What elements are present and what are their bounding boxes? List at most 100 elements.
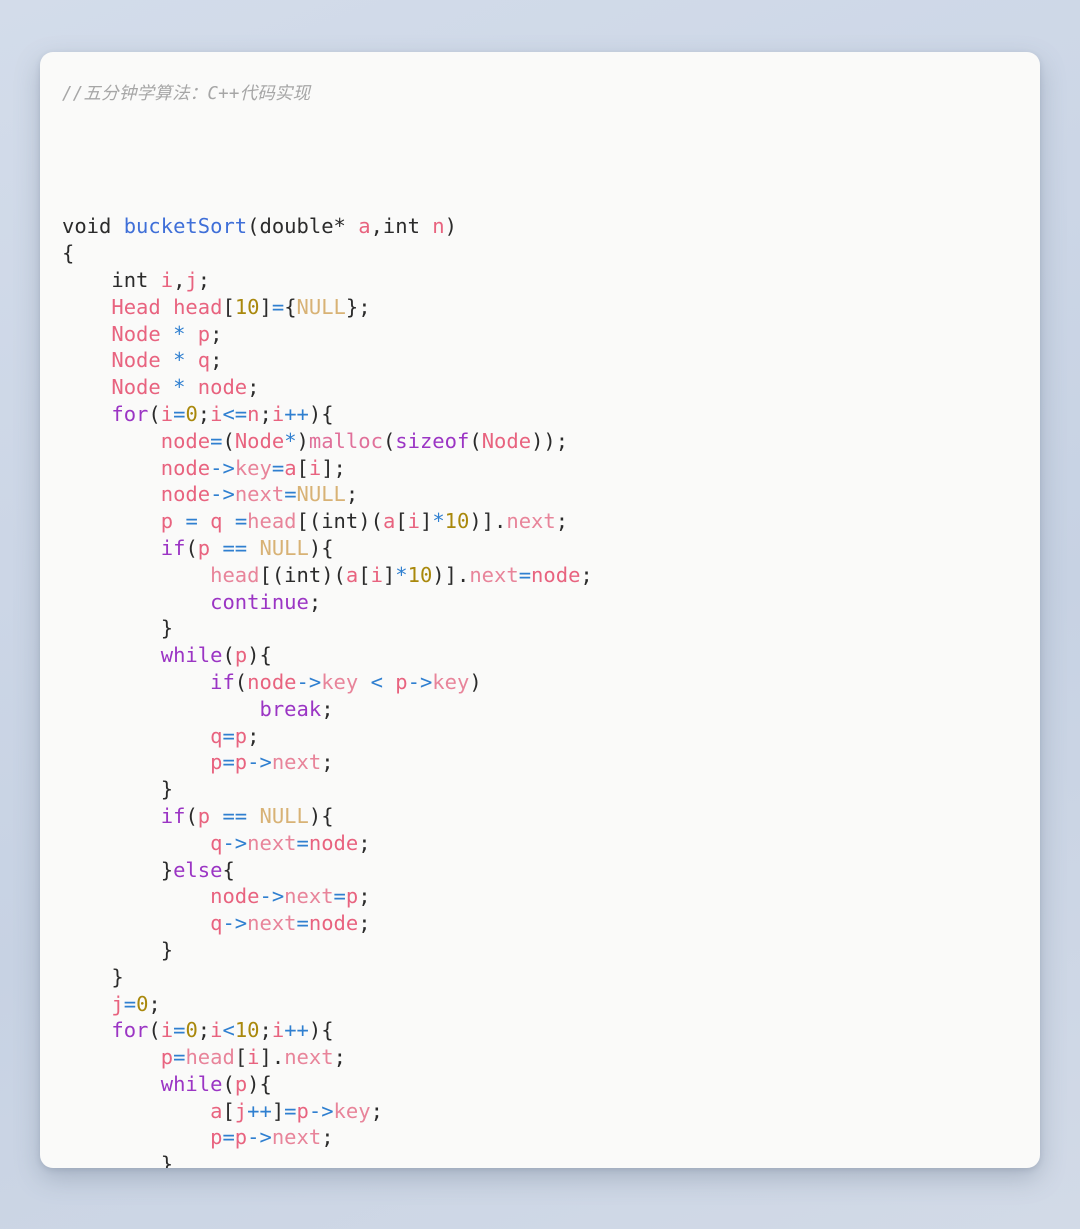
code-token: ; — [197, 267, 211, 292]
code-line: } — [62, 1151, 1040, 1168]
code-token: ){ — [308, 1018, 334, 1043]
code-token: sizeof — [395, 428, 470, 453]
code-token: * — [173, 348, 186, 373]
code-token: -> — [222, 830, 248, 855]
code-token: = — [222, 1125, 235, 1150]
code-token: node — [160, 455, 211, 480]
code-token: if — [210, 669, 235, 694]
code-token: = — [123, 991, 137, 1016]
code-token: node — [210, 884, 260, 909]
code-token: [ — [395, 509, 408, 534]
code-token: { — [284, 294, 297, 319]
code-token: = — [518, 562, 532, 587]
code-token: ; — [210, 348, 223, 373]
code-token: 0 — [185, 1018, 198, 1043]
code-token: i — [160, 1018, 174, 1043]
code-token: i — [407, 509, 420, 534]
code-token: < — [222, 1018, 235, 1043]
code-token: == — [222, 535, 248, 560]
code-token: p — [234, 723, 248, 748]
code-token: } — [62, 937, 174, 962]
code-token: ; — [580, 562, 593, 587]
code-token: [ — [222, 294, 235, 319]
code-token: ; — [259, 401, 272, 426]
code-token: p — [197, 535, 211, 560]
code-token: a — [284, 455, 297, 480]
code-token: for — [111, 1018, 149, 1043]
code-token: node — [308, 911, 359, 936]
code-line: } — [62, 937, 1040, 964]
code-token: bucketSort — [123, 214, 248, 239]
code-token: ){ — [308, 401, 334, 426]
code-token: ] — [382, 562, 396, 587]
code-token: } — [62, 1152, 174, 1168]
code-token: ; — [555, 509, 569, 534]
code-line: while(p){ — [62, 1071, 1040, 1098]
code-token: node — [308, 830, 359, 855]
code-token: { — [222, 857, 235, 882]
code-token: p — [160, 509, 174, 534]
code-token: i — [210, 401, 223, 426]
code-token: ; — [210, 321, 223, 346]
code-snippet-card: //五分钟学算法：C++代码实现 void bucketSort(double*… — [40, 52, 1040, 1168]
code-token: ; — [247, 723, 260, 748]
code-line: for(i=0;i<=n;i++){ — [62, 401, 1040, 428]
code-token: [ — [222, 1098, 235, 1123]
code-token: = — [185, 509, 198, 534]
code-token: i — [160, 267, 174, 292]
code-token: ( — [222, 1071, 235, 1096]
code-token: = — [210, 428, 223, 453]
code-token: } — [62, 616, 174, 641]
code-line: q->next=node; — [62, 830, 1040, 857]
code-line: Node * q; — [62, 347, 1040, 374]
code-token: -> — [210, 455, 235, 480]
code-token: q — [197, 348, 211, 373]
code-token: -> — [247, 750, 272, 775]
code-token: NULL — [296, 482, 346, 507]
code-token: ){ — [308, 535, 334, 560]
code-token: ( — [185, 803, 198, 828]
code-token: next — [284, 884, 334, 909]
code-block[interactable]: void bucketSort(double* a,int n){ int i,… — [40, 133, 1040, 1168]
code-token: next — [271, 750, 322, 775]
code-token: void — [62, 214, 124, 239]
code-token: ( — [222, 428, 235, 453]
code-line: if(p == NULL){ — [62, 535, 1040, 562]
code-token: ) — [444, 214, 457, 239]
code-token: 0 — [136, 991, 149, 1016]
code-token: = — [173, 1045, 186, 1070]
code-token: next — [284, 1045, 334, 1070]
code-token: -> — [308, 1098, 334, 1123]
code-token: Node — [111, 348, 161, 373]
code-token: * — [173, 321, 186, 346]
code-token: ; — [358, 830, 371, 855]
code-token: while — [160, 643, 223, 668]
code-token: ; — [321, 1125, 334, 1150]
code-line: { — [62, 240, 1040, 267]
code-token: )); — [531, 428, 569, 453]
code-token: q — [210, 723, 223, 748]
code-token: ; — [197, 401, 211, 426]
source-comment: //五分钟学算法：C++代码实现 — [62, 84, 311, 104]
code-token: ; — [358, 911, 371, 936]
code-token: next — [469, 562, 519, 587]
code-token: { — [62, 241, 75, 266]
code-token: <= — [222, 401, 248, 426]
